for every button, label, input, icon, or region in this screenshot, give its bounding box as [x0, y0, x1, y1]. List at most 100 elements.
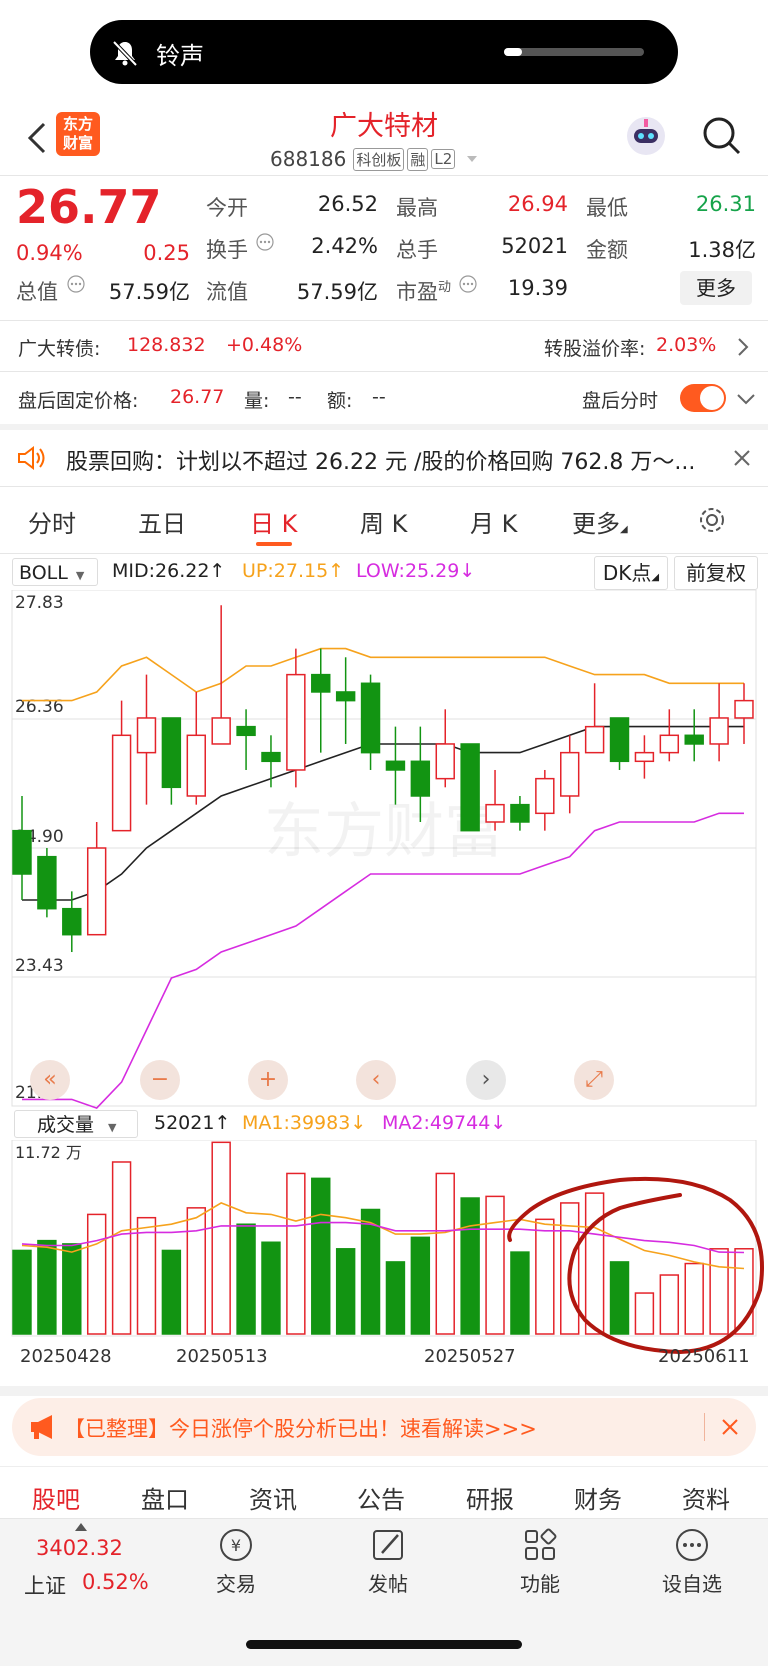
promo-text: 【已整理】今日涨停个股分析已出！速看解读>>> [64, 1417, 537, 1441]
candle-body [659, 734, 680, 754]
volume-bar [62, 1243, 82, 1335]
afterhours-price: 26.77 [170, 386, 225, 408]
tab-notices[interactable]: 公告 [357, 1480, 405, 1515]
candle-body [385, 760, 406, 771]
volume-bar [460, 1197, 480, 1335]
grid-icon[interactable] [490, 1527, 590, 1563]
index-value[interactable]: 3402.32 [36, 1536, 123, 1560]
volume-chart[interactable]: 11.72 万 20250428 20250513 20250527 20250… [0, 1140, 768, 1386]
more-icon[interactable] [642, 1527, 742, 1563]
tab-research[interactable]: 研报 [466, 1480, 514, 1515]
promo-banner[interactable]: 【已整理】今日涨停个股分析已出！速看解读>>> [12, 1398, 756, 1456]
zoom-out-button[interactable]: − [140, 1060, 180, 1100]
low-value: 26.31 [695, 192, 756, 216]
pe-label: 市盈动 [396, 280, 452, 304]
tab-daily-k[interactable]: 日 K [250, 504, 297, 539]
yen-icon[interactable]: ¥ [186, 1527, 286, 1563]
chevron-down-icon[interactable] [736, 392, 756, 406]
speaker-icon [18, 446, 45, 470]
change-amount: 0.25 [143, 241, 190, 265]
candle-body [684, 734, 704, 745]
info-dots-icon[interactable] [66, 274, 86, 294]
boll-mid: MID:26.22↑ [112, 560, 226, 582]
fullscreen-button[interactable]: ⤢ [574, 1060, 614, 1100]
afterhours-vol: -- [288, 386, 302, 408]
dock-trade-label[interactable]: 交易 [186, 1568, 286, 1597]
volume-indicator-select[interactable]: 成交量 ▼ [14, 1110, 138, 1138]
tab-more[interactable]: 更多◢ [572, 504, 628, 539]
convertible-change: +0.48% [226, 334, 303, 356]
ringer-label: 铃声 [156, 42, 204, 70]
tab-financials[interactable]: 财务 [574, 1480, 622, 1515]
volume-current: 52021↑ [154, 1112, 231, 1134]
boll-low: LOW:25.29↓ [356, 560, 476, 582]
robot-assistant-icon[interactable] [624, 114, 668, 158]
volume-bar [186, 1207, 206, 1335]
scroll-right-button[interactable]: › [466, 1060, 506, 1100]
announcement-bar[interactable]: 股票回购：计划以不超过 26.22 元 /股的价格回购 762.8 万～... [0, 430, 768, 486]
close-icon[interactable] [732, 448, 752, 468]
home-indicator [246, 1640, 522, 1649]
edit-icon[interactable] [338, 1527, 438, 1563]
more-button[interactable]: 更多 [680, 271, 752, 305]
volume-bar [12, 1249, 32, 1335]
candle-body [161, 717, 182, 789]
candlestick-chart[interactable]: 东方财富 27.83 26.36 24.90 23.43 21.97 [0, 590, 768, 1110]
date-axis-label: 20250527 [424, 1346, 516, 1367]
triangle-up-icon [75, 1523, 87, 1531]
volume-bar [385, 1261, 406, 1335]
zoom-out-fast-button[interactable]: « [30, 1060, 70, 1100]
tab-forum[interactable]: 股吧 [32, 1480, 80, 1515]
candle-body [609, 717, 630, 763]
settings-gear-icon[interactable] [696, 504, 728, 536]
candle-body [111, 734, 132, 832]
tab-monthly-k[interactable]: 月 K [470, 504, 517, 539]
indicator-select[interactable]: BOLL ▼ [12, 558, 98, 586]
tab-weekly-k[interactable]: 周 K [360, 504, 407, 539]
active-tab-underline [256, 542, 292, 546]
volume-bar [684, 1262, 704, 1335]
volume-bar [261, 1241, 281, 1335]
volume-bar [211, 1141, 231, 1335]
search-button[interactable] [700, 114, 744, 158]
convertible-label: 广大转债: [18, 338, 101, 360]
candle-body [12, 829, 32, 875]
tab-orderbook[interactable]: 盘口 [141, 1480, 189, 1515]
adjust-mode-button[interactable]: 前复权 [674, 556, 758, 590]
dk-point-button[interactable]: DK点◢ [594, 556, 668, 590]
volume-bar [634, 1292, 655, 1335]
tab-news[interactable]: 资讯 [249, 1480, 297, 1515]
candle-body [709, 717, 729, 745]
tab-profile[interactable]: 资料 [682, 1480, 730, 1515]
afterhours-row: 盘后固定价格: 26.77 量: -- 额: -- 盘后分时 [0, 372, 768, 424]
candle-body [236, 725, 256, 737]
candle-body [311, 673, 331, 693]
volume-value: 52021 [501, 234, 568, 258]
info-dots-icon[interactable] [255, 232, 275, 252]
float-cap-value: 57.59亿 [296, 280, 378, 304]
caret-down-icon[interactable] [464, 153, 480, 165]
volume-label: 总手 [396, 238, 438, 262]
convertible-row[interactable]: 广大转债: 128.832 +0.48% 转股溢价率: 2.03% [0, 321, 768, 371]
dock-functions-label[interactable]: 功能 [490, 1568, 590, 1597]
candle-body [62, 907, 82, 936]
dock-watchlist-label[interactable]: 设自选 [642, 1568, 742, 1597]
volume-bar [609, 1261, 630, 1335]
date-axis-label: 20250611 [658, 1346, 750, 1367]
afterhours-toggle[interactable] [680, 384, 726, 412]
float-cap-label: 流值 [206, 280, 248, 304]
volume-bar [360, 1208, 381, 1335]
candle-body [435, 743, 455, 780]
pe-value: 19.39 [507, 276, 568, 300]
scroll-left-button[interactable]: ‹ [356, 1060, 396, 1100]
afterhours-amt-label: 额: [327, 390, 353, 412]
dock-post-label[interactable]: 发帖 [338, 1568, 438, 1597]
tab-five-day[interactable]: 五日 [138, 504, 186, 539]
tab-intraday[interactable]: 分时 [28, 504, 76, 539]
close-icon[interactable] [720, 1417, 740, 1437]
zoom-in-button[interactable]: + [248, 1060, 288, 1100]
high-label: 最高 [396, 196, 438, 220]
candle-body [37, 855, 57, 910]
turnover-value: 2.42% [311, 234, 378, 258]
last-price: 26.77 [16, 180, 162, 234]
